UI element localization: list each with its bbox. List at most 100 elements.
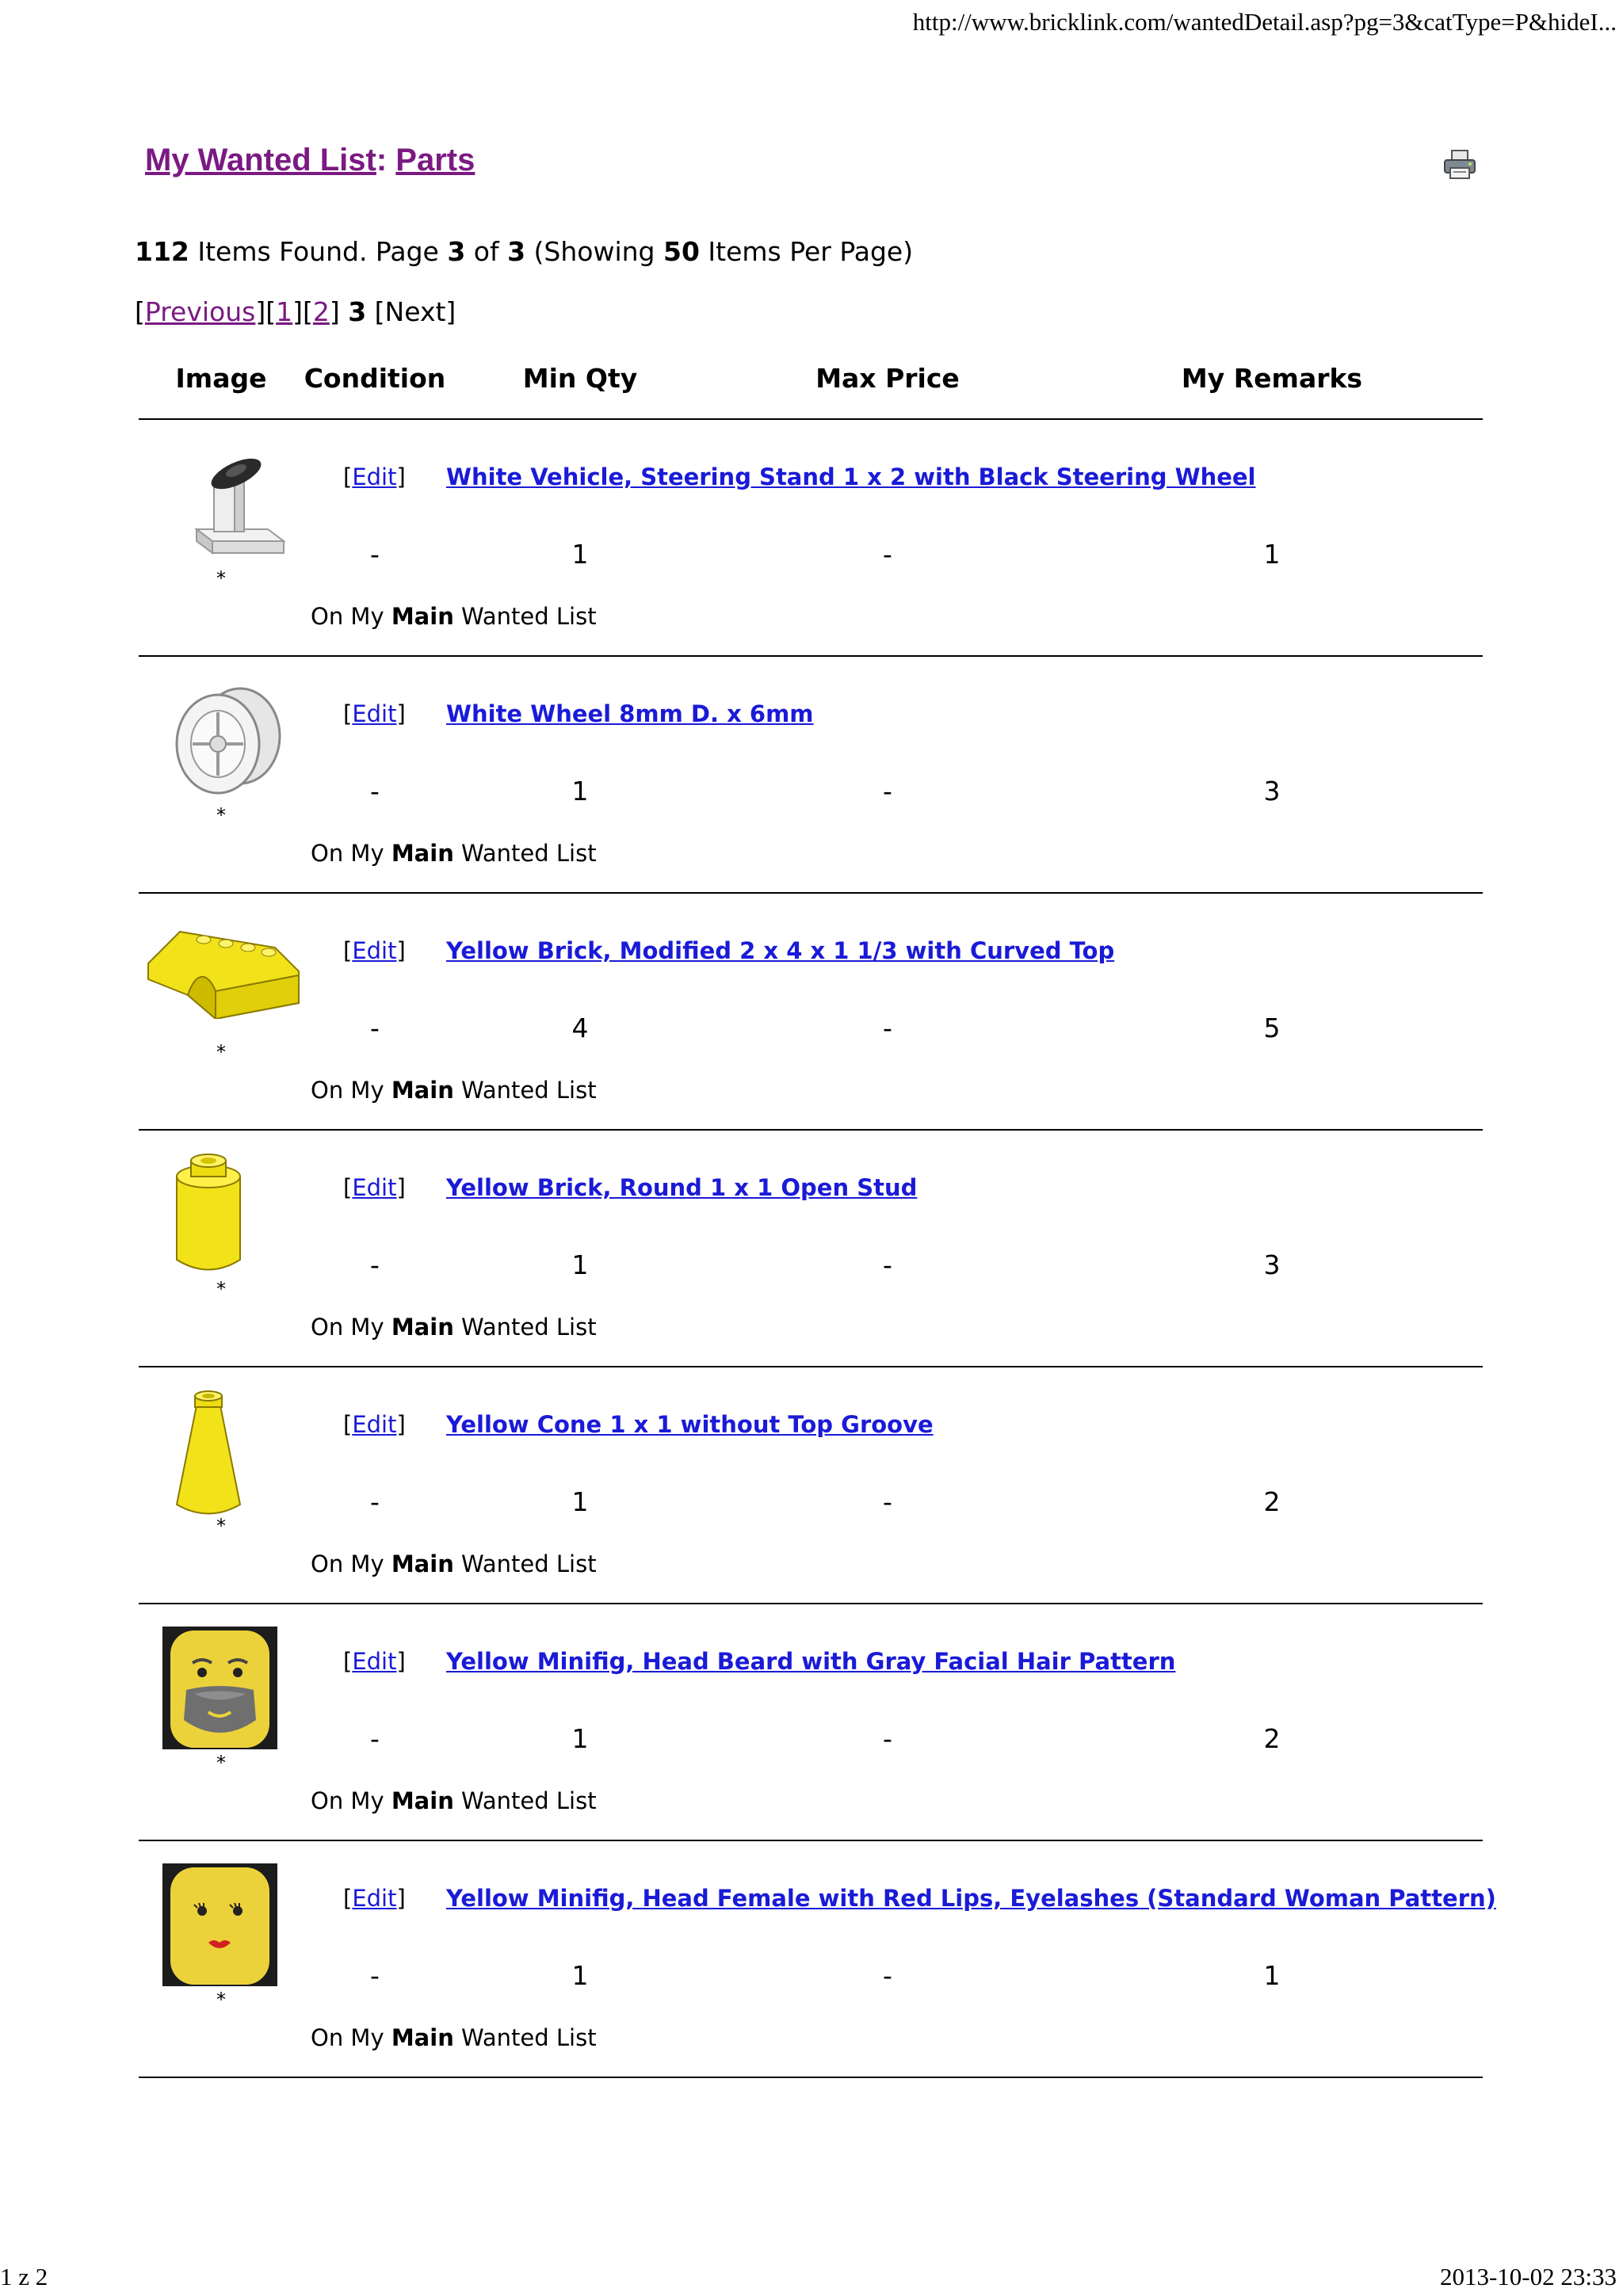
edit-link-wrapper: [Edit] (343, 1648, 406, 1675)
item-name-link[interactable]: Yellow Brick, Modified 2 x 4 x 1 1/3 wit… (446, 937, 1114, 964)
image-footnote-star: * (216, 804, 226, 826)
parts-link[interactable]: Parts (395, 143, 475, 177)
item-name-link[interactable]: White Vehicle, Steering Stand 1 x 2 with… (446, 463, 1256, 490)
row-divider (139, 1129, 1483, 1131)
part-image[interactable] (165, 442, 286, 580)
item-name-link[interactable]: Yellow Minifig, Head Beard with Gray Fac… (446, 1648, 1175, 1675)
part-image[interactable] (165, 1390, 242, 1527)
remarks-value: 5 (1263, 1013, 1281, 1043)
column-header-max-price: Max Price (815, 363, 960, 394)
row-divider (139, 1603, 1483, 1604)
steering-stand-icon (165, 458, 292, 580)
edit-link-wrapper: [Edit] (343, 463, 406, 490)
max-price-value: - (883, 539, 892, 570)
min-qty-value: 1 (571, 539, 589, 570)
edit-link[interactable]: Edit (352, 1885, 396, 1912)
printer-icon[interactable] (1442, 149, 1477, 181)
condition-value: - (370, 1723, 380, 1754)
edit-link-wrapper: [Edit] (343, 1411, 406, 1438)
part-image[interactable] (165, 1153, 241, 1283)
condition-value: - (370, 1486, 380, 1517)
remarks-value: 3 (1263, 1249, 1281, 1280)
wanted-list-membership: On My Main Wanted List (311, 1314, 597, 1341)
condition-value: - (370, 1960, 380, 1991)
image-footnote-star: * (216, 567, 226, 589)
wanted-list-membership: On My Main Wanted List (311, 2024, 597, 2051)
min-qty-value: 1 (571, 776, 589, 807)
item-name-link[interactable]: Yellow Cone 1 x 1 without Top Groove (446, 1411, 934, 1438)
edit-link[interactable]: Edit (352, 463, 396, 490)
edit-link[interactable]: Edit (352, 937, 396, 964)
remarks-value: 2 (1263, 1486, 1281, 1517)
part-image[interactable] (162, 1627, 277, 1753)
part-image[interactable] (155, 679, 281, 817)
edit-link-wrapper: [Edit] (343, 700, 406, 727)
wanted-list-membership: On My Main Wanted List (311, 603, 597, 630)
page-2-link[interactable]: 2 (313, 296, 330, 327)
row-divider (139, 655, 1483, 657)
row-divider (139, 1366, 1483, 1367)
wanted-list-membership: On My Main Wanted List (311, 1787, 597, 1814)
max-price-value: - (883, 776, 892, 807)
pagination: [Previous][1][2] 3 [Next] (135, 296, 456, 327)
min-qty-value: 1 (571, 1960, 589, 1991)
row-divider (139, 892, 1483, 894)
wanted-list-link[interactable]: My Wanted List (145, 143, 376, 177)
item-name-link[interactable]: White Wheel 8mm D. x 6mm (446, 700, 814, 727)
round-brick-icon (165, 1154, 252, 1283)
next-page-label: [Next] (366, 296, 456, 327)
image-footnote-star: * (216, 1989, 226, 2011)
female-head-icon (162, 1863, 277, 1989)
condition-value: - (370, 539, 380, 570)
edit-link[interactable]: Edit (352, 1648, 396, 1675)
max-price-value: - (883, 1723, 892, 1754)
wanted-list-membership: On My Main Wanted List (311, 840, 597, 867)
max-price-value: - (883, 1960, 892, 1991)
print-datetime: 2013-10-02 23:33 (1439, 2263, 1617, 2290)
current-page: 3 (348, 296, 367, 327)
page-counter: 1 z 2 (0, 2263, 48, 2290)
wanted-list-membership: On My Main Wanted List (311, 1550, 597, 1577)
condition-value: - (370, 1013, 380, 1043)
results-summary: 112 Items Found. Page 3 of 3 (Showing 50… (135, 236, 914, 267)
edit-link[interactable]: Edit (352, 1174, 396, 1201)
page-title: My Wanted List: Parts (145, 143, 475, 178)
max-price-value: - (883, 1486, 892, 1517)
remarks-value: 2 (1263, 1723, 1281, 1754)
part-image[interactable] (162, 1863, 277, 1989)
condition-value: - (370, 1249, 380, 1280)
item-name-link[interactable]: Yellow Minifig, Head Female with Red Lip… (446, 1885, 1496, 1912)
edit-link-wrapper: [Edit] (343, 937, 406, 964)
image-footnote-star: * (216, 1041, 226, 1063)
min-qty-value: 1 (571, 1249, 589, 1280)
part-image[interactable] (140, 916, 300, 1022)
edit-link-wrapper: [Edit] (343, 1174, 406, 1201)
edit-link[interactable]: Edit (352, 700, 396, 727)
image-footnote-star: * (216, 1515, 226, 1537)
row-divider (139, 1840, 1483, 1841)
edit-link-wrapper: [Edit] (343, 1885, 406, 1912)
min-qty-value: 1 (571, 1486, 589, 1517)
edit-link[interactable]: Edit (352, 1411, 396, 1438)
print-url: http://www.bricklink.com/wantedDetail.as… (912, 8, 1617, 36)
column-header-min-qty: Min Qty (522, 363, 638, 394)
row-divider (139, 2077, 1483, 2078)
wanted-list-membership: On My Main Wanted List (311, 1077, 597, 1104)
cone-icon (165, 1390, 252, 1527)
title-separator: : (376, 143, 396, 177)
remarks-value: 1 (1263, 1960, 1281, 1991)
column-header-condition: Condition (304, 363, 446, 394)
min-qty-value: 1 (571, 1723, 589, 1754)
max-price-value: - (883, 1249, 892, 1280)
item-name-link[interactable]: Yellow Brick, Round 1 x 1 Open Stud (446, 1174, 917, 1201)
column-header-my-remarks: My Remarks (1181, 363, 1363, 394)
min-qty-value: 4 (571, 1013, 589, 1043)
image-footnote-star: * (216, 1752, 226, 1774)
page-1-link[interactable]: 1 (276, 296, 292, 327)
header-divider (139, 418, 1483, 420)
column-header-image: Image (175, 363, 267, 394)
remarks-value: 3 (1263, 776, 1281, 807)
previous-page-link[interactable]: Previous (145, 296, 255, 327)
image-footnote-star: * (216, 1278, 226, 1300)
condition-value: - (370, 776, 380, 807)
